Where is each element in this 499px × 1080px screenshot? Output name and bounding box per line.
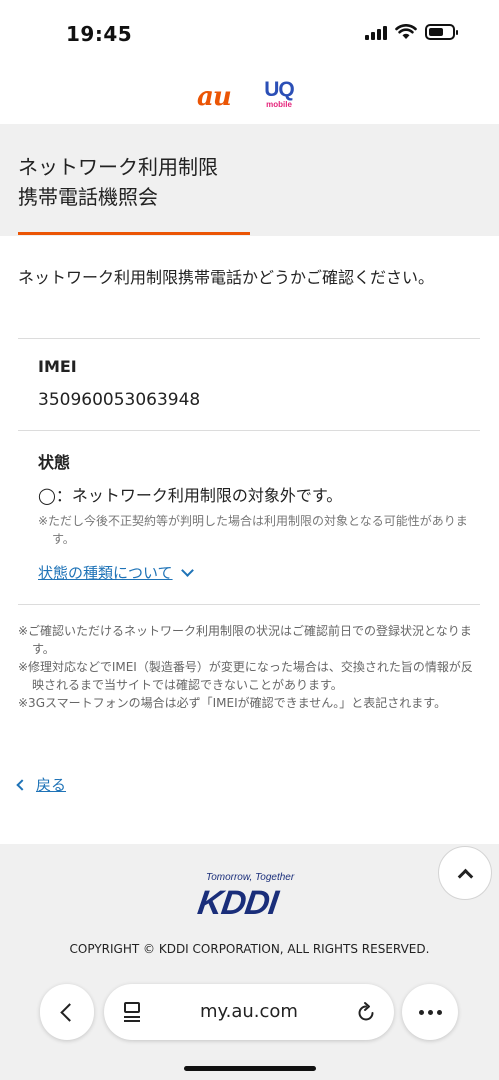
- uq-logo-text: UQ: [264, 78, 295, 101]
- status-types-link[interactable]: 状態の種類について: [38, 562, 194, 583]
- status-label: 状態: [38, 453, 71, 472]
- au-logo[interactable]: au: [197, 82, 232, 112]
- page-title-band: ネットワーク利用制限 携帯電話機照会: [0, 124, 499, 236]
- divider: [18, 430, 480, 431]
- notes-list: ※ご確認いただけるネットワーク利用制限の状況はご確認前日での登録状況となります。…: [18, 622, 484, 712]
- scroll-to-top-button[interactable]: [438, 846, 492, 900]
- cellular-signal-icon: [365, 24, 387, 40]
- back-link[interactable]: 戻る: [16, 774, 67, 795]
- back-link-label: 戻る: [36, 776, 67, 794]
- title-underline-accent: [18, 232, 250, 235]
- copyright-text: COPYRIGHT © KDDI CORPORATION, ALL RIGHTS…: [69, 942, 430, 956]
- page-title-line-2: 携帯電話機照会: [18, 185, 158, 209]
- status-icons: [365, 24, 458, 40]
- browser-back-button[interactable]: [40, 984, 94, 1040]
- note-item: ※ご確認いただけるネットワーク利用制限の状況はご確認前日での登録状況となります。: [18, 624, 472, 656]
- battery-icon: [425, 24, 458, 40]
- home-indicator: [184, 1066, 316, 1071]
- divider: [18, 604, 480, 605]
- status-types-link-label: 状態の種類について: [38, 564, 173, 582]
- status-note: ※ただし今後不正契約等が判明した場合は利用制限の対象となる可能性があります。: [38, 514, 468, 546]
- status-value: ◯：ネットワーク利用制限の対象外です。: [38, 486, 343, 505]
- browser-toolbar: my.au.com: [0, 984, 499, 1044]
- more-options-button[interactable]: [402, 984, 458, 1040]
- note-item: ※修理対応などでIMEI（製造番号）が変更になった場合は、交換された旨の情報が反…: [18, 660, 473, 692]
- address-bar[interactable]: my.au.com: [104, 984, 394, 1040]
- status-time: 19:45: [66, 22, 133, 46]
- page-title: ネットワーク利用制限 携帯電話機照会: [18, 152, 218, 212]
- divider: [18, 338, 480, 339]
- chevron-left-icon: [16, 778, 28, 791]
- url-text: my.au.com: [200, 1001, 298, 1022]
- brand-header: au UQ mobile: [0, 68, 499, 124]
- reload-icon[interactable]: [354, 1000, 378, 1024]
- kddi-logo[interactable]: KDDI: [195, 884, 279, 923]
- intro-text: ネットワーク利用制限携帯電話かどうかご確認ください。: [18, 268, 435, 287]
- imei-label: IMEI: [38, 357, 77, 376]
- wifi-icon: [395, 24, 417, 39]
- status-bar: 19:45: [0, 0, 499, 68]
- imei-value: 350960053063948: [38, 390, 201, 410]
- kddi-tagline: Tomorrow, Together: [206, 872, 295, 883]
- back-arrow-icon: [60, 1002, 79, 1022]
- uq-mobile-logo[interactable]: UQ mobile: [262, 78, 296, 109]
- chevron-down-icon: [180, 563, 194, 577]
- page-title-line-1: ネットワーク利用制限: [18, 155, 218, 179]
- uq-logo-subtext: mobile: [266, 100, 292, 109]
- note-item: ※3Gスマートフォンの場合は必ず「IMEIが確認できません。」と表記されます。: [18, 696, 447, 710]
- chevron-up-icon: [457, 868, 473, 884]
